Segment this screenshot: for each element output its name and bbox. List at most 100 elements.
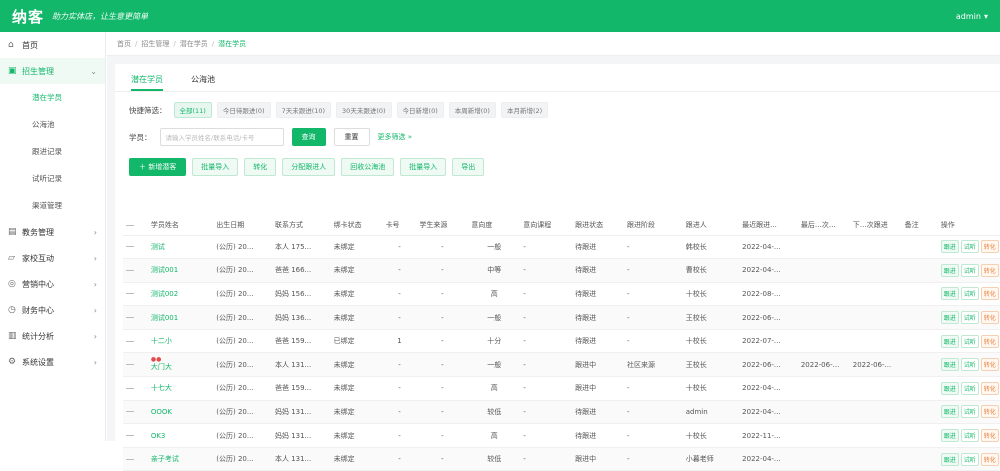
- column-header[interactable]: 学员姓名: [147, 216, 214, 236]
- table-row[interactable]: 亲子考试 (公历) 20... 本人 131... 未绑定 - - 较低 - 跟进中 - 小暮老师 2…: [123, 447, 1000, 471]
- convert-row-button[interactable]: 转化: [980, 311, 999, 325]
- followup-button[interactable]: 跟进: [940, 452, 959, 466]
- breadcrumb-item[interactable]: 首页: [117, 39, 131, 49]
- convert-button[interactable]: 转化: [244, 158, 277, 176]
- recycle-pool-button[interactable]: 回收公海池: [341, 158, 395, 176]
- table-row[interactable]: 测试002 (公历) 20... 妈妈 156... 未绑定 - - 高 - 待跟进 - 十校长 20…: [123, 282, 1000, 307]
- table-row[interactable]: 十二小 (公历) 20... 爸爸 159... 已绑定 1 - 十分 - 待跟进 - 十校长 202…: [123, 329, 1000, 354]
- convert-row-button[interactable]: 转化: [980, 287, 999, 301]
- column-header[interactable]: 出生日期: [213, 216, 272, 236]
- column-header[interactable]: 绑卡状态: [330, 216, 383, 236]
- sidebar-item-settings[interactable]: ⚙ 系统设置 ›: [0, 349, 105, 375]
- student-name[interactable]: 十七大: [147, 376, 214, 401]
- sidebar-item-home[interactable]: ⌂ 首页: [0, 32, 105, 58]
- table-row[interactable]: OOOK (公历) 20... 妈妈 131... 未绑定 - - 较低 - 待跟进 - admin…: [123, 400, 1000, 425]
- convert-row-button[interactable]: 转化: [980, 405, 999, 419]
- student-name[interactable]: OK3: [147, 423, 214, 448]
- export-button[interactable]: 导出: [452, 158, 485, 176]
- convert-row-button[interactable]: 转化: [980, 358, 999, 372]
- trial-button[interactable]: 试听: [960, 287, 979, 301]
- column-header[interactable]: 最近跟进...: [739, 216, 798, 236]
- sidebar-subitem-trial[interactable]: 试听记录: [0, 165, 105, 192]
- chip-week-new[interactable]: 本周新增(0): [448, 102, 496, 118]
- select-all-checkbox[interactable]: [123, 216, 148, 236]
- followup-button[interactable]: 跟进: [940, 405, 959, 419]
- chip-today-followup[interactable]: 今日待跟进(0): [216, 102, 271, 118]
- column-header[interactable]: 卡号: [382, 216, 417, 236]
- batch-import-button[interactable]: 批量导入: [192, 158, 239, 176]
- brand-logo[interactable]: 纳客: [12, 6, 44, 27]
- student-name[interactable]: 亲子考试: [147, 447, 214, 471]
- column-header[interactable]: 跟进状态: [572, 216, 625, 236]
- student-name[interactable]: 测试002: [147, 282, 214, 307]
- trial-button[interactable]: 试听: [960, 405, 979, 419]
- row-checkbox[interactable]: [123, 282, 148, 307]
- column-header[interactable]: 最后…次…: [797, 216, 850, 236]
- column-header[interactable]: 联系方式: [271, 216, 331, 236]
- more-filter-link[interactable]: 更多筛选 »: [378, 132, 413, 142]
- sidebar-subitem-pool[interactable]: 公海池: [0, 111, 105, 138]
- table-row[interactable]: 测试001 (公历) 20... 妈妈 136... 未绑定 - - 一般 - 待跟进 - 王校长 2…: [123, 305, 1000, 330]
- column-header[interactable]: 学生来源: [416, 216, 469, 236]
- column-header[interactable]: 跟进阶段: [624, 216, 683, 236]
- trial-button[interactable]: 试听: [960, 334, 979, 348]
- trial-button[interactable]: 试听: [960, 240, 979, 254]
- sidebar-item-marketing[interactable]: ◎ 营销中心 ›: [0, 271, 105, 297]
- convert-row-button[interactable]: 转化: [980, 381, 999, 395]
- student-name[interactable]: 测试: [147, 235, 214, 260]
- add-lead-button[interactable]: ＋ 新增潜客: [129, 158, 187, 176]
- followup-button[interactable]: 跟进: [940, 263, 959, 277]
- row-checkbox[interactable]: [123, 258, 148, 283]
- import-button[interactable]: 批量导入: [400, 158, 447, 176]
- row-checkbox[interactable]: [123, 235, 148, 260]
- followup-button[interactable]: 跟进: [940, 287, 959, 301]
- query-button[interactable]: 查询: [291, 128, 326, 146]
- user-menu[interactable]: admin ▾: [956, 12, 988, 21]
- convert-row-button[interactable]: 转化: [980, 240, 999, 254]
- chip-30days[interactable]: 30天未跟进(0): [336, 102, 392, 118]
- followup-button[interactable]: 跟进: [940, 311, 959, 325]
- trial-button[interactable]: 试听: [960, 311, 979, 325]
- row-checkbox[interactable]: [123, 352, 148, 378]
- convert-row-button[interactable]: 转化: [980, 429, 999, 443]
- trial-button[interactable]: 试听: [960, 381, 979, 395]
- chip-7days[interactable]: 7天未跟进(10): [275, 102, 332, 118]
- trial-button[interactable]: 试听: [960, 452, 979, 466]
- column-header[interactable]: 跟进人: [682, 216, 740, 236]
- student-name[interactable]: 十二小: [147, 329, 214, 354]
- row-checkbox[interactable]: [123, 305, 148, 330]
- convert-row-button[interactable]: 转化: [980, 334, 999, 348]
- tab-pool[interactable]: 公海池: [191, 74, 215, 91]
- table-row[interactable]: 十七大 (公历) 20... 爸爸 159... 未绑定 - - 高 - 跟进中 - 十校长 2022…: [123, 376, 1000, 401]
- convert-row-button[interactable]: 转化: [980, 263, 999, 277]
- table-row[interactable]: OK3 (公历) 20... 妈妈 131... 未绑定 - - 高 - 待跟进 - 十校长 2022…: [123, 423, 1000, 448]
- chip-today-new[interactable]: 今日新增(0): [396, 102, 444, 118]
- column-header[interactable]: 意向课程: [520, 216, 573, 236]
- row-checkbox[interactable]: [123, 400, 148, 425]
- row-checkbox[interactable]: [123, 447, 148, 471]
- followup-button[interactable]: 跟进: [940, 358, 959, 372]
- convert-row-button[interactable]: 转化: [980, 452, 999, 466]
- sidebar-item-home-school[interactable]: ▱ 家校互动 ›: [0, 245, 105, 271]
- sidebar-item-finance[interactable]: ◷ 财务中心 ›: [0, 297, 105, 323]
- row-checkbox[interactable]: [123, 423, 148, 448]
- breadcrumb-item[interactable]: 招生管理: [141, 39, 169, 49]
- column-header[interactable]: 下…次跟进: [849, 216, 902, 236]
- student-name[interactable]: 测试001: [147, 258, 214, 283]
- student-name[interactable]: OOOK: [147, 400, 214, 425]
- sidebar-subitem-followup[interactable]: 跟进记录: [0, 138, 105, 165]
- row-checkbox[interactable]: [123, 329, 148, 354]
- row-checkbox[interactable]: [123, 376, 148, 401]
- table-row[interactable]: ●● 大门大 (公历) 20... 本人 131... 未绑定 - - 一般 - 跟进中 社区来源王…: [123, 352, 1000, 378]
- student-name[interactable]: ●● 大门大: [147, 352, 214, 378]
- chip-month-new[interactable]: 本月新增(2): [500, 102, 549, 118]
- trial-button[interactable]: 试听: [960, 263, 979, 277]
- reset-button[interactable]: 重置: [333, 128, 370, 146]
- sidebar-subitem-channel[interactable]: 渠道管理: [0, 192, 105, 219]
- breadcrumb-item[interactable]: 潜在学员: [180, 39, 208, 49]
- trial-button[interactable]: 试听: [960, 429, 979, 443]
- student-name[interactable]: 测试001: [147, 305, 214, 330]
- tab-potential[interactable]: 潜在学员: [131, 74, 163, 91]
- followup-button[interactable]: 跟进: [940, 240, 959, 254]
- column-header[interactable]: 备注: [901, 216, 938, 236]
